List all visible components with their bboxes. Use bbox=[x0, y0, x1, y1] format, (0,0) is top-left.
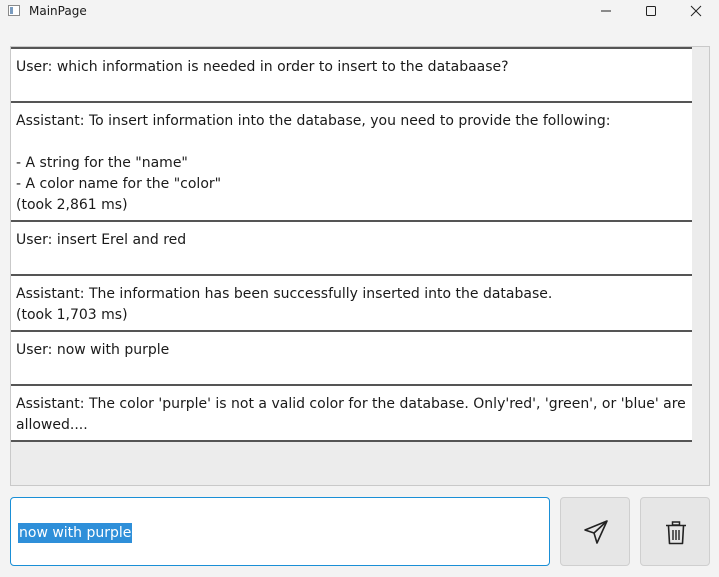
minimize-icon bbox=[601, 10, 611, 12]
title-bar: MainPage bbox=[0, 0, 719, 22]
maximize-button[interactable] bbox=[628, 0, 674, 22]
app-icon bbox=[8, 5, 20, 16]
chat-message-assistant: Assistant: To insert information into th… bbox=[11, 101, 692, 221]
message-input-value: now with purple bbox=[18, 523, 133, 543]
send-button[interactable] bbox=[560, 497, 630, 566]
chat-history[interactable]: User: which information is needed in ord… bbox=[10, 46, 710, 486]
close-button[interactable] bbox=[673, 0, 719, 22]
close-icon bbox=[690, 5, 702, 17]
chat-message-user: User: which information is needed in ord… bbox=[11, 47, 692, 102]
window-title: MainPage bbox=[29, 4, 87, 18]
minimize-button[interactable] bbox=[583, 0, 629, 22]
trash-icon bbox=[666, 521, 686, 545]
chat-message-user: User: insert Erel and red bbox=[11, 220, 692, 275]
chat-message-assistant: Assistant: The color 'purple' is not a v… bbox=[11, 384, 692, 442]
chat-message-assistant: Assistant: The information has been succ… bbox=[11, 274, 692, 331]
maximize-icon bbox=[646, 6, 656, 16]
paper-plane-icon bbox=[584, 520, 608, 544]
chat-message-user: User: now with purple bbox=[11, 330, 692, 385]
clear-button[interactable] bbox=[640, 497, 710, 566]
